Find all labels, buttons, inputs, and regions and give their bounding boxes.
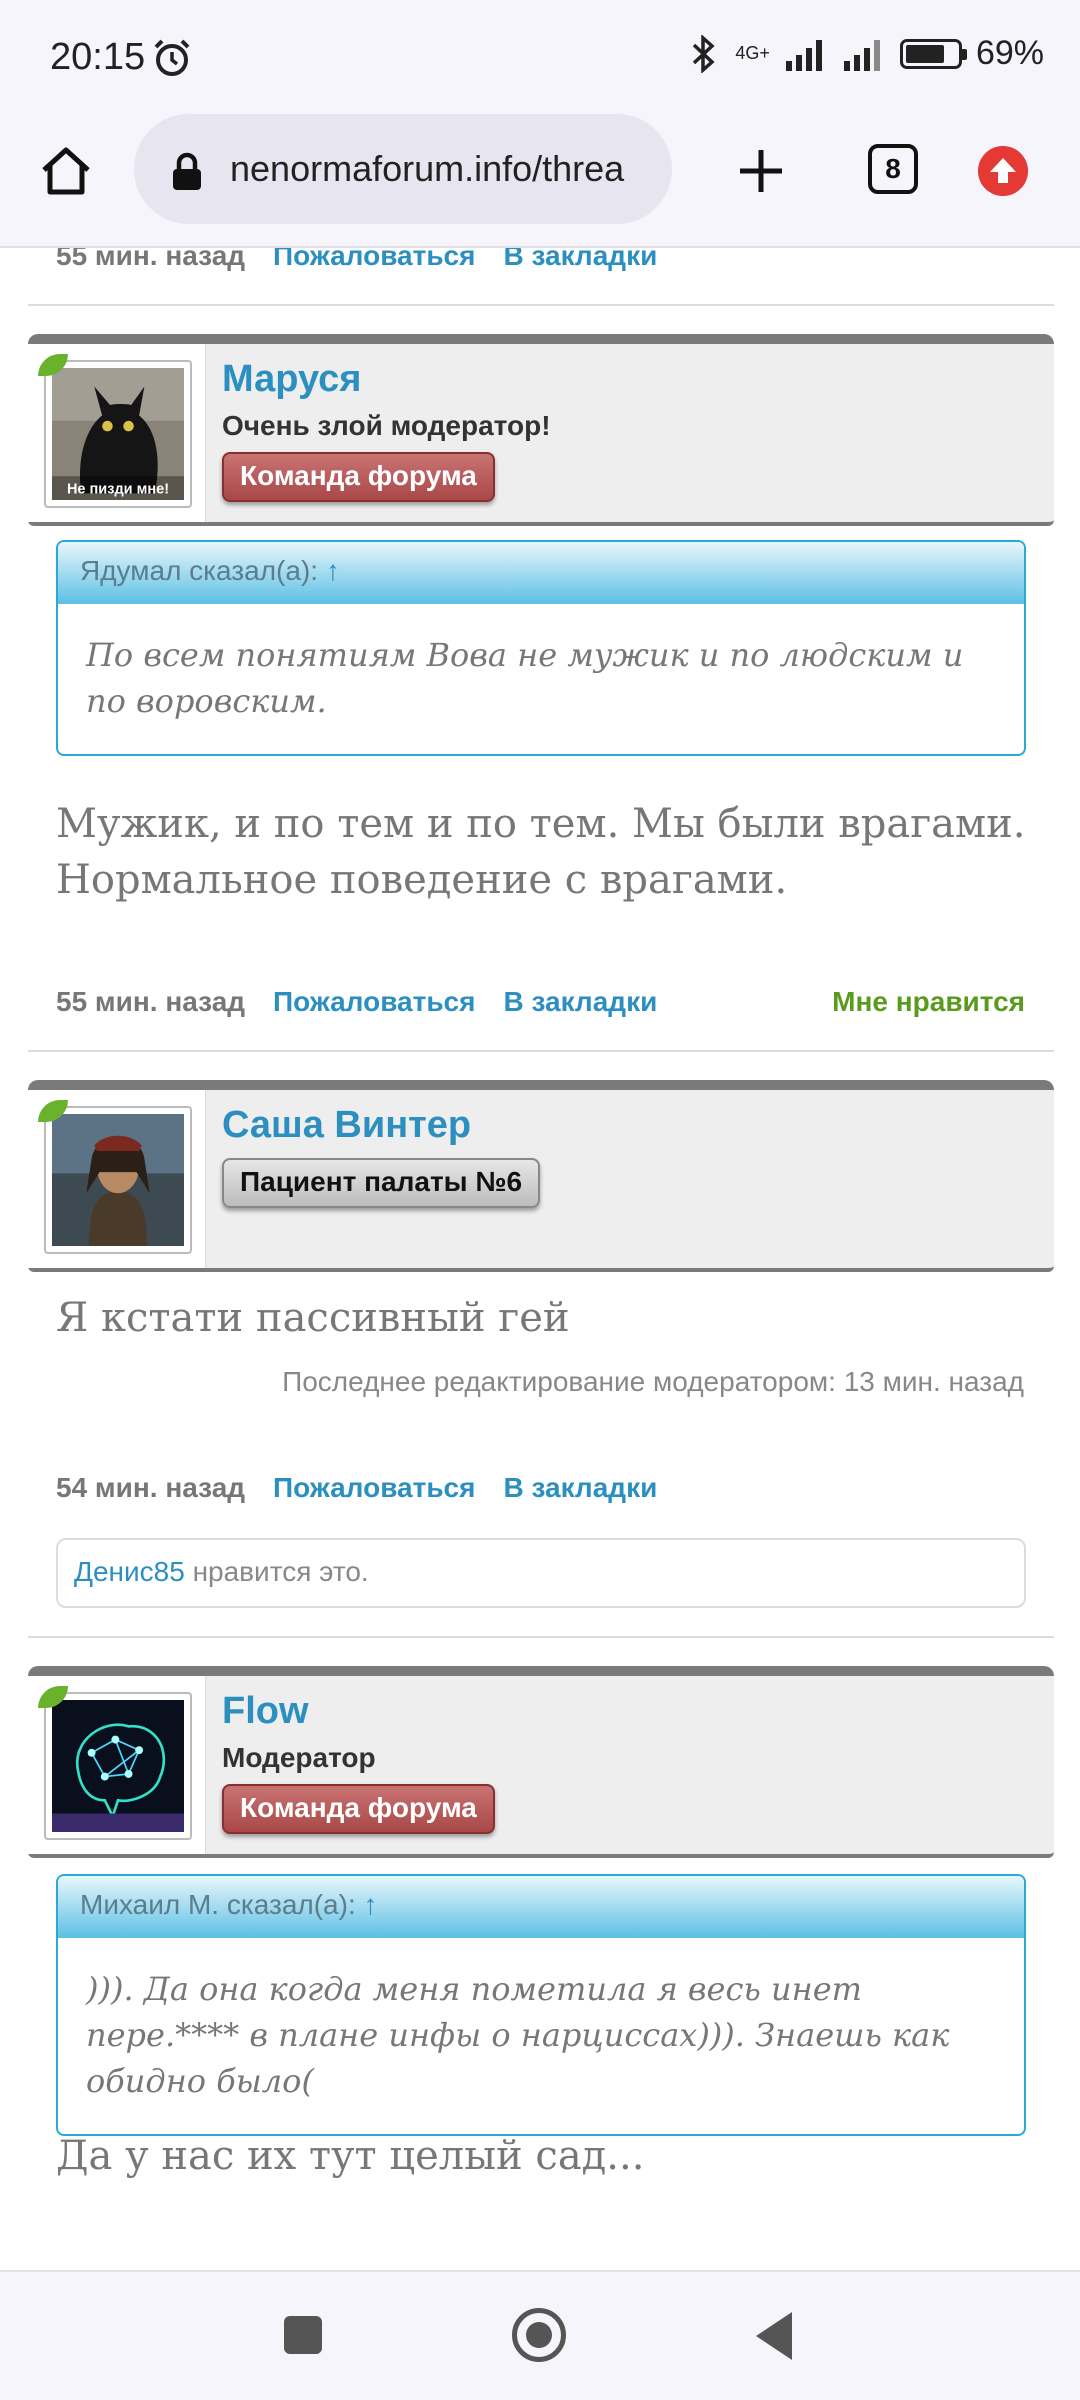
lock-icon bbox=[173, 152, 201, 190]
user-badge: Пациент палаты №6 bbox=[222, 1158, 541, 1208]
username-link[interactable]: Маруся bbox=[222, 358, 361, 401]
post-date: 55 мин. назад bbox=[56, 248, 246, 271]
avatar-column: Не пизди мне! bbox=[28, 344, 206, 522]
post-divider bbox=[28, 1050, 1054, 1052]
quote-author: Ядумал сказал(а): bbox=[80, 555, 319, 586]
recents-button[interactable] bbox=[284, 2316, 322, 2354]
quote-jump-link[interactable]: ↑ bbox=[326, 555, 340, 586]
report-link[interactable]: Пожаловаться bbox=[273, 986, 475, 1018]
avatar-image: Не пизди мне! bbox=[52, 368, 184, 500]
user-info-block: Flow Модератор Команда форума bbox=[28, 1666, 1054, 1858]
user-info-block: Саша Винтер Пациент палаты №6 bbox=[28, 1080, 1054, 1272]
post-message: Да у нас их тут целый сад... bbox=[56, 2133, 645, 2179]
post-meta-top: 55 мин. назад Пожаловаться В закладки bbox=[56, 248, 657, 272]
battery-icon bbox=[899, 38, 967, 69]
likes-summary: Денис85 нравится это. bbox=[56, 1538, 1026, 1608]
quote-text: ))). Да она когда меня пометила я весь и… bbox=[86, 1970, 950, 2100]
update-icon[interactable] bbox=[978, 146, 1028, 196]
status-bar: 20:15 4G+ 69% bbox=[0, 0, 1080, 110]
likes-suffix: нравится это. bbox=[184, 1556, 369, 1587]
post-message: Я кстати пассивный гей bbox=[56, 1295, 570, 1341]
report-link[interactable]: Пожаловаться bbox=[273, 1472, 475, 1504]
avatar[interactable]: Не пизди мне! bbox=[44, 360, 192, 508]
quote-author: Михаил М. сказал(а): bbox=[80, 1889, 356, 1920]
post-date: 54 мин. назад bbox=[56, 1472, 246, 1503]
user-title: Очень злой модератор! bbox=[222, 410, 551, 441]
quote-header: Ядумал сказал(а): ↑ bbox=[58, 542, 1024, 604]
post-date: 55 мин. назад bbox=[56, 986, 246, 1017]
post-meta: 54 мин. назад Пожаловаться В закладки bbox=[56, 1472, 657, 1504]
quote-block: Михаил М. сказал(а): ↑ ))). Да она когда… bbox=[56, 1874, 1026, 2136]
avatar-image bbox=[52, 1114, 184, 1246]
avatar-column bbox=[28, 1676, 206, 1854]
browser-toolbar: nenormaforum.info/threa 8 bbox=[0, 110, 1080, 248]
like-link[interactable]: Мне нравится bbox=[832, 986, 1025, 1018]
user-badge: Команда форума bbox=[222, 452, 495, 502]
bookmark-link[interactable]: В закладки bbox=[503, 986, 657, 1018]
tabs-icon[interactable]: 8 bbox=[868, 144, 918, 194]
avatar[interactable] bbox=[44, 1106, 192, 1254]
user-badge: Команда форума bbox=[222, 1784, 495, 1834]
bluetooth-icon bbox=[693, 34, 715, 73]
status-right: 4G+ 69% bbox=[687, 34, 1044, 73]
back-button[interactable] bbox=[756, 2312, 792, 2360]
address-bar[interactable]: nenormaforum.info/threa bbox=[134, 114, 672, 224]
quote-block: Ядумал сказал(а): ↑ По всем понятиям Вов… bbox=[56, 540, 1026, 756]
home-button[interactable] bbox=[512, 2308, 566, 2362]
plus-icon[interactable] bbox=[736, 146, 786, 196]
system-nav-bar bbox=[0, 2270, 1080, 2400]
edit-note: Последнее редактирование модератором: 13… bbox=[282, 1366, 1024, 1397]
signal-icon-2 bbox=[843, 39, 880, 71]
post-divider bbox=[28, 1636, 1054, 1638]
avatar-image bbox=[52, 1700, 184, 1832]
battery-percent: 69% bbox=[975, 34, 1044, 72]
bookmark-link[interactable]: В закладки bbox=[503, 248, 657, 272]
url-text[interactable]: nenormaforum.info/threa bbox=[230, 148, 624, 190]
avatar[interactable] bbox=[44, 1692, 192, 1840]
user-title: Модератор bbox=[222, 1742, 376, 1773]
post-divider bbox=[28, 304, 1054, 306]
alarm-icon bbox=[154, 39, 190, 76]
bookmark-link[interactable]: В закладки bbox=[503, 1472, 657, 1504]
user-info-block: Не пизди мне! Маруся Очень злой модерато… bbox=[28, 334, 1054, 526]
status-time: 20:15 bbox=[50, 36, 146, 78]
post-meta: 55 мин. назад Пожаловаться В закладки bbox=[56, 986, 657, 1018]
svg-text:Не пизди мне!: Не пизди мне! bbox=[67, 481, 169, 497]
quote-jump-link[interactable]: ↑ bbox=[364, 1889, 378, 1920]
avatar-column bbox=[28, 1090, 206, 1268]
liker-link[interactable]: Денис85 bbox=[74, 1556, 185, 1587]
thread-content[interactable]: 55 мин. назад Пожаловаться В закладки Не… bbox=[0, 248, 1080, 2270]
username-link[interactable]: Flow bbox=[222, 1690, 309, 1733]
quote-header: Михаил М. сказал(а): ↑ bbox=[58, 1876, 1024, 1938]
signal-icon bbox=[785, 39, 822, 71]
report-link[interactable]: Пожаловаться bbox=[273, 248, 475, 272]
post-message: Мужик, и по тем и по тем. Мы были врагам… bbox=[56, 801, 1026, 903]
quote-text: По всем понятиям Вова не мужик и по людс… bbox=[86, 636, 964, 720]
home-icon[interactable] bbox=[38, 142, 94, 198]
username-link[interactable]: Саша Винтер bbox=[222, 1104, 471, 1147]
network-type: 4G+ bbox=[735, 43, 770, 63]
